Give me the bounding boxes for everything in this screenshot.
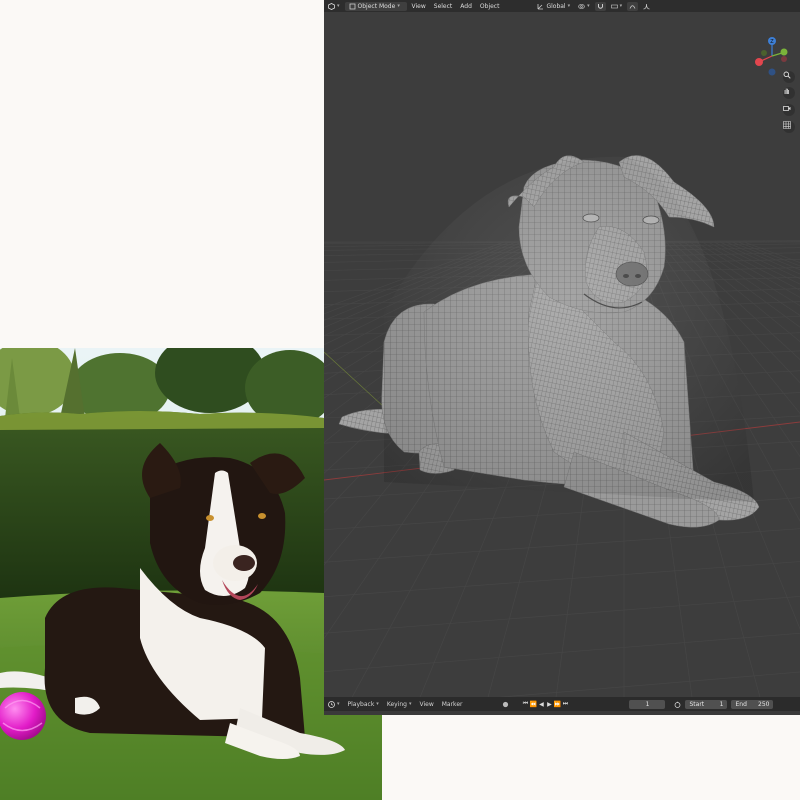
record-icon <box>502 701 509 708</box>
neg-z-axis-handle[interactable] <box>768 68 776 76</box>
falloff-options[interactable] <box>639 0 654 12</box>
mode-select[interactable]: Object Mode ▾ <box>344 1 407 11</box>
snap-increment-icon <box>610 3 618 10</box>
current-frame-field[interactable]: 1 <box>629 699 666 709</box>
jump-keyframe-forward-button[interactable]: ⏩ <box>553 700 561 709</box>
play-icon: ▶ <box>547 700 552 708</box>
menu-timeline-view[interactable]: View <box>415 698 437 710</box>
stopwatch-icon <box>674 701 681 708</box>
cube-icon <box>328 2 335 10</box>
z-axis-label: Z <box>770 39 774 45</box>
falloff-icon <box>643 3 650 10</box>
neg-x-axis-handle[interactable] <box>781 56 787 62</box>
zoom-button[interactable] <box>783 71 795 83</box>
mode-label: Object Mode <box>357 2 396 10</box>
start-frame-value: 1 <box>719 700 724 708</box>
jump-start-icon: ⏮ <box>522 700 529 707</box>
rewind-icon: ⏪ <box>529 700 538 708</box>
dog-wireframe-mesh <box>338 155 760 528</box>
chevron-down-icon: ▾ <box>337 3 340 9</box>
menu-object[interactable]: Object <box>476 0 504 12</box>
timeline-editor-type[interactable]: ▾ <box>324 698 344 710</box>
viewport-header: ▾ Object Mode ▾ View Select Add Object G… <box>324 0 800 12</box>
preview-range-toggle[interactable] <box>670 698 685 710</box>
editor-type-button[interactable]: ▾ <box>324 0 344 12</box>
chevron-down-icon: ▾ <box>397 3 400 9</box>
object-mode-icon <box>349 3 356 10</box>
y-axis-handle[interactable] <box>780 48 788 56</box>
snap-options[interactable]: ▾ <box>607 0 627 12</box>
blender-window: ▾ Object Mode ▾ View Select Add Object G… <box>324 0 800 715</box>
orientation-select[interactable]: Global ▾ <box>533 0 574 12</box>
menu-add[interactable]: Add <box>456 0 476 12</box>
magnet-icon <box>597 3 604 10</box>
end-frame-label: End <box>735 700 747 708</box>
start-frame-label: Start <box>689 700 705 708</box>
play-button[interactable]: ▶ <box>545 700 553 709</box>
chevron-down-icon: ▾ <box>587 3 590 9</box>
snap-toggle[interactable] <box>594 1 606 11</box>
timeline-header: ▾ Playback ▾ Keying ▾ View Marker ⏮ ⏪ ◀ ▶ … <box>324 697 800 711</box>
fast-forward-icon: ⏩ <box>553 700 562 708</box>
menu-view[interactable]: View <box>408 0 430 12</box>
menu-select-label: Select <box>433 2 453 10</box>
play-reverse-button[interactable]: ◀ <box>537 700 545 709</box>
menu-keying[interactable]: Keying ▾ <box>383 698 416 710</box>
pivot-select[interactable]: ▾ <box>574 0 594 12</box>
grid-line <box>498 671 800 697</box>
menu-object-label: Object <box>479 2 500 10</box>
menu-select[interactable]: Select <box>430 0 457 12</box>
3d-viewport[interactable]: Z <box>324 12 800 697</box>
menu-keying-label: Keying <box>386 700 407 708</box>
start-frame-field[interactable]: Start 1 <box>685 699 728 709</box>
jump-keyframe-back-button[interactable]: ⏪ <box>529 700 537 709</box>
chevron-down-icon: ▾ <box>619 3 623 9</box>
menu-view-label: View <box>411 2 426 10</box>
pan-button[interactable] <box>783 87 795 99</box>
y-axis-line <box>324 351 385 408</box>
menu-playback[interactable]: Playback ▾ <box>344 698 383 710</box>
proportional-edit-toggle[interactable] <box>627 1 639 11</box>
end-frame-field[interactable]: End 250 <box>731 699 774 709</box>
transform-orientation-icon <box>537 3 544 10</box>
orientation-label: Global <box>546 2 566 10</box>
chevron-down-icon: ▾ <box>567 3 571 9</box>
jump-to-end-button[interactable]: ⏭ <box>561 700 569 709</box>
clock-icon <box>328 700 335 708</box>
auto-keying-toggle[interactable] <box>498 698 513 710</box>
menu-add-label: Add <box>460 2 472 10</box>
menu-marker-label: Marker <box>441 700 463 708</box>
menu-marker[interactable]: Marker <box>438 698 467 710</box>
end-frame-value: 250 <box>758 700 770 708</box>
camera-view-button[interactable] <box>783 104 795 116</box>
x-axis-handle[interactable] <box>755 58 763 66</box>
menu-playback-label: Playback <box>347 700 375 708</box>
neg-y-axis-handle[interactable] <box>761 50 767 56</box>
menu-timeline-view-label: View <box>419 700 434 708</box>
current-frame-value: 1 <box>645 700 650 708</box>
link-icon <box>578 3 585 10</box>
composite-image: ▾ Object Mode ▾ View Select Add Object G… <box>0 0 800 800</box>
chevron-down-icon: ▾ <box>337 701 340 707</box>
play-reverse-icon: ◀ <box>539 700 544 708</box>
navigation-gizmo: Z <box>755 37 788 76</box>
toggle-perspective-button[interactable] <box>783 121 795 133</box>
grid-line <box>324 596 800 634</box>
jump-to-start-button[interactable]: ⏮ <box>521 700 529 709</box>
pink-ball <box>0 692 46 740</box>
chevron-down-icon: ▾ <box>376 701 379 707</box>
proportional-edit-icon <box>629 3 636 10</box>
chevron-down-icon: ▾ <box>408 701 412 707</box>
jump-end-icon: ⏭ <box>562 700 569 707</box>
grid-line <box>324 561 800 598</box>
